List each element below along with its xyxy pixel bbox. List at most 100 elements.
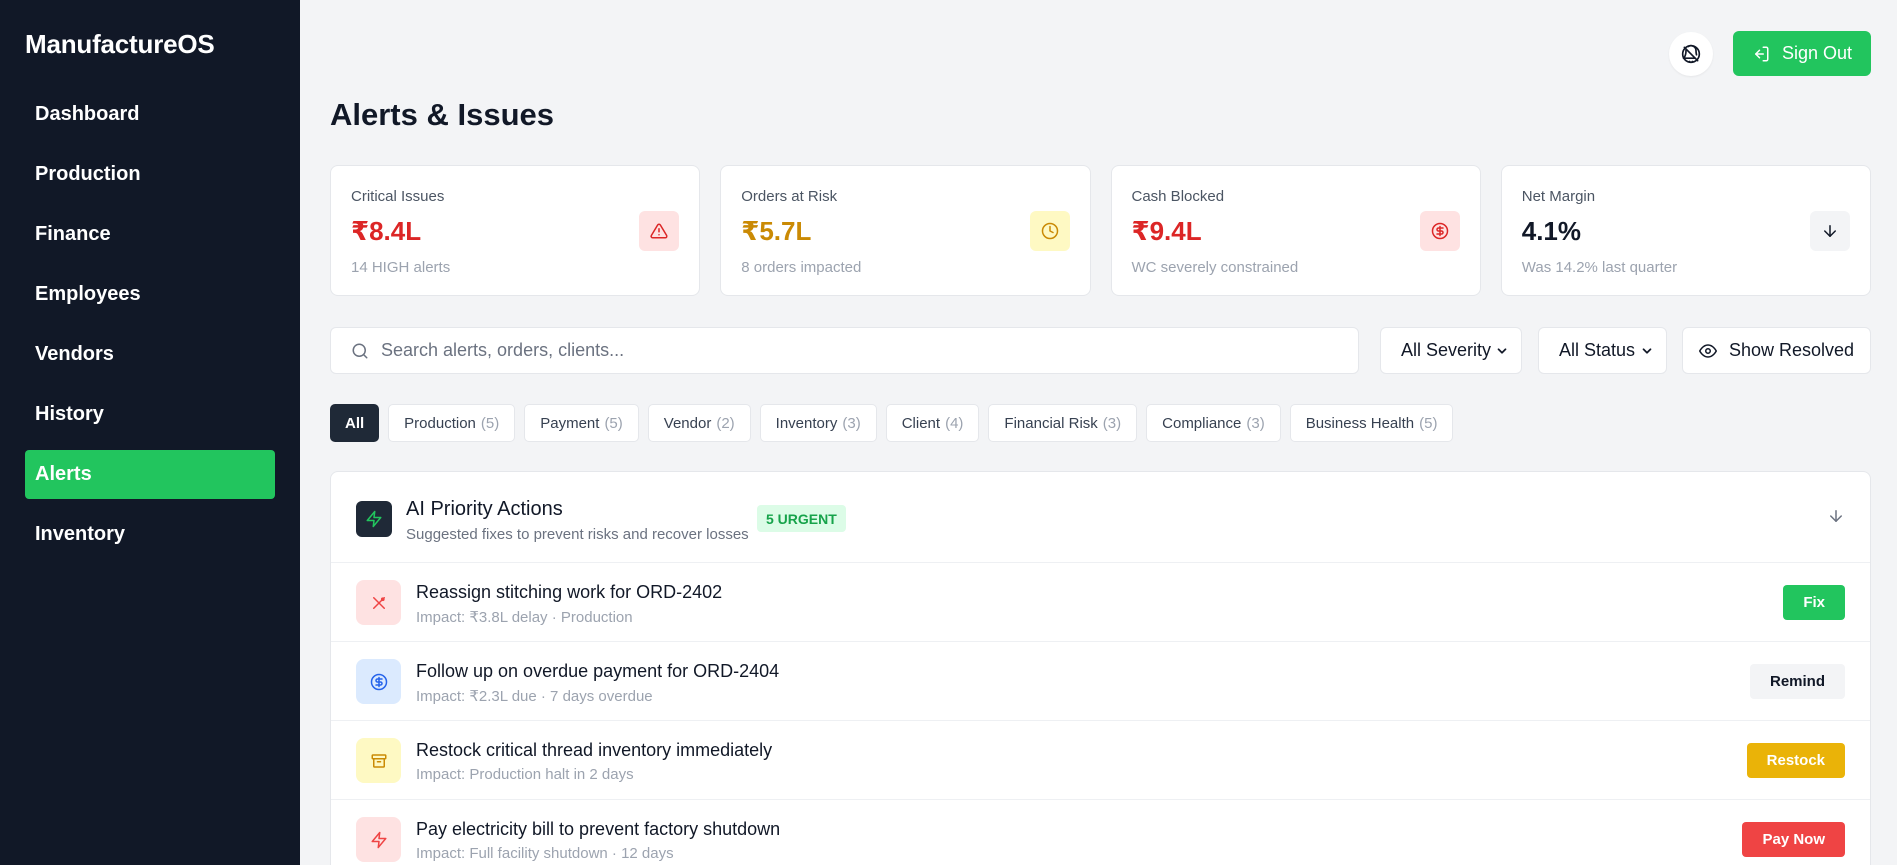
stat-value: 4.1% xyxy=(1521,216,1582,246)
chevron-down-icon xyxy=(1497,347,1507,354)
remind-button[interactable]: Remind xyxy=(1749,664,1845,699)
action-impact: Impact: ₹3.8L delay · Production xyxy=(416,609,633,626)
stat-card-cash-blocked[interactable]: Cash Blocked ₹9.4L WC severely constrain… xyxy=(1110,165,1481,296)
stat-card-orders-at-risk[interactable]: Orders at Risk ₹5.7L 8 orders impacted xyxy=(720,165,1091,296)
chip-label: All xyxy=(345,414,365,432)
main-content: Sign Out Alerts & Issues Critical Issues… xyxy=(300,0,1897,865)
stat-subtext: 14 HIGH alerts xyxy=(351,259,451,276)
category-filter-chips: All Production (5) Payment (5) Vendor (2) I… xyxy=(330,404,1454,442)
action-row: Follow up on overdue payment for ORD-240… xyxy=(331,642,1870,721)
bolt-icon xyxy=(356,501,392,537)
chevron-down-icon xyxy=(1642,347,1652,354)
show-resolved-button[interactable]: Show Resolved xyxy=(1682,327,1871,374)
stat-label: Cash Blocked xyxy=(1131,188,1225,205)
chip-financial-risk[interactable]: Financial Risk (3) xyxy=(988,404,1138,442)
brand-logo[interactable]: ManufactureOS xyxy=(25,29,215,60)
fix-button[interactable]: Fix xyxy=(1783,585,1845,620)
stat-label: Orders at Risk xyxy=(741,188,838,205)
dollar-circle-icon xyxy=(1419,211,1460,251)
tools-icon xyxy=(356,580,401,625)
stat-label: Net Margin xyxy=(1521,188,1596,205)
action-title: Follow up on overdue payment for ORD-240… xyxy=(416,661,780,681)
restock-button[interactable]: Restock xyxy=(1746,743,1845,778)
log-out-icon xyxy=(1754,46,1769,61)
chip-count: (3) xyxy=(1102,414,1122,432)
collapse-toggle-button[interactable] xyxy=(1827,507,1845,530)
search-icon xyxy=(352,343,368,358)
stat-cards: Critical Issues ₹8.4L 14 HIGH alerts Ord… xyxy=(330,165,1871,296)
ai-priority-actions-panel: AI Priority Actions Suggested fixes to p… xyxy=(330,471,1871,865)
action-title: Pay electricity bill to prevent factory … xyxy=(416,819,781,839)
chip-label: Payment xyxy=(540,414,600,432)
panel-header[interactable]: AI Priority Actions Suggested fixes to p… xyxy=(331,472,1870,563)
stat-value: ₹9.4L xyxy=(1131,216,1202,246)
action-row: Reassign stitching work for ORD-2402 Imp… xyxy=(331,563,1870,642)
notifications-toggle-button[interactable] xyxy=(1669,32,1713,76)
chip-count: (3) xyxy=(1246,414,1265,432)
sidebar-item-production[interactable]: Production xyxy=(25,150,275,199)
sidebar-nav: Dashboard Production Finance Employees V… xyxy=(25,90,275,570)
sign-out-button[interactable]: Sign Out xyxy=(1733,31,1871,76)
chip-vendor[interactable]: Vendor (2) xyxy=(647,404,751,442)
action-impact: Impact: Full facility shutdown · 12 days xyxy=(416,845,674,862)
stat-label: Critical Issues xyxy=(351,188,445,205)
eye-icon xyxy=(1698,343,1717,358)
alert-triangle-icon xyxy=(639,211,680,251)
chip-compliance[interactable]: Compliance (3) xyxy=(1146,404,1281,442)
panel-subtitle: Suggested fixes to prevent risks and rec… xyxy=(406,526,749,543)
arrow-down-icon xyxy=(1830,510,1842,522)
chip-label: Vendor xyxy=(663,414,712,432)
sidebar-item-history[interactable]: History xyxy=(25,390,275,439)
sidebar-item-alerts[interactable]: Alerts xyxy=(25,450,275,499)
status-select[interactable]: All Status xyxy=(1538,327,1667,374)
stat-value: ₹8.4L xyxy=(351,216,422,246)
action-title: Reassign stitching work for ORD-2402 xyxy=(416,582,723,602)
search-bar xyxy=(330,327,1359,374)
panel-title: AI Priority Actions xyxy=(406,498,563,520)
chip-count: (4) xyxy=(945,414,964,432)
chip-payment[interactable]: Payment (5) xyxy=(524,404,639,442)
bolt-icon xyxy=(356,817,401,862)
chip-inventory[interactable]: Inventory (3) xyxy=(759,404,877,442)
chip-label: Financial Risk xyxy=(1004,414,1098,432)
stat-card-critical-issues[interactable]: Critical Issues ₹8.4L 14 HIGH alerts xyxy=(330,165,701,296)
chip-production[interactable]: Production (5) xyxy=(388,404,516,442)
stat-subtext: Was 14.2% last quarter xyxy=(1521,259,1678,276)
sidebar-item-finance[interactable]: Finance xyxy=(25,210,275,259)
chip-all[interactable]: All xyxy=(330,404,380,442)
stat-card-net-margin[interactable]: Net Margin 4.1% Was 14.2% last quarter xyxy=(1500,165,1871,296)
stat-subtext: 8 orders impacted xyxy=(741,259,862,276)
pay-now-button[interactable]: Pay Now xyxy=(1742,822,1845,857)
sidebar-item-inventory[interactable]: Inventory xyxy=(25,510,275,559)
chip-count: (2) xyxy=(716,414,735,432)
action-row: Pay electricity bill to prevent factory … xyxy=(331,800,1870,865)
chip-count: (5) xyxy=(604,414,623,432)
chip-count: (5) xyxy=(1419,414,1438,432)
dollar-circle-icon xyxy=(356,659,401,704)
archive-icon xyxy=(356,738,401,783)
sidebar: ManufactureOS Dashboard Production Finan… xyxy=(0,0,300,865)
urgent-count-badge: 5 URGENT xyxy=(757,505,846,532)
chip-label: Compliance xyxy=(1162,414,1242,432)
stat-value: ₹5.7L xyxy=(741,216,812,246)
page-title: Alerts & Issues xyxy=(330,97,554,132)
status-select-value: All Status xyxy=(1559,340,1636,360)
severity-select-value: All Severity xyxy=(1401,340,1492,360)
severity-select[interactable]: All Severity xyxy=(1380,327,1522,374)
sidebar-item-employees[interactable]: Employees xyxy=(25,270,275,319)
chip-label: Inventory xyxy=(775,414,838,432)
chip-label: Client xyxy=(901,414,941,432)
search-input[interactable] xyxy=(381,340,1341,361)
chip-label: Business Health xyxy=(1305,414,1415,432)
sidebar-item-vendors[interactable]: Vendors xyxy=(25,330,275,379)
stat-subtext: WC severely constrained xyxy=(1131,259,1299,276)
chip-count: (5) xyxy=(480,414,500,432)
chip-client[interactable]: Client (4) xyxy=(885,404,980,442)
sidebar-item-dashboard[interactable]: Dashboard xyxy=(25,90,275,139)
arrow-down-icon xyxy=(1810,211,1850,251)
chip-count: (3) xyxy=(842,414,861,432)
show-resolved-label: Show Resolved xyxy=(1728,340,1855,360)
action-title: Restock critical thread inventory immedi… xyxy=(416,740,773,760)
clock-icon xyxy=(1029,211,1070,251)
chip-business-health[interactable]: Business Health (5) xyxy=(1289,404,1454,442)
